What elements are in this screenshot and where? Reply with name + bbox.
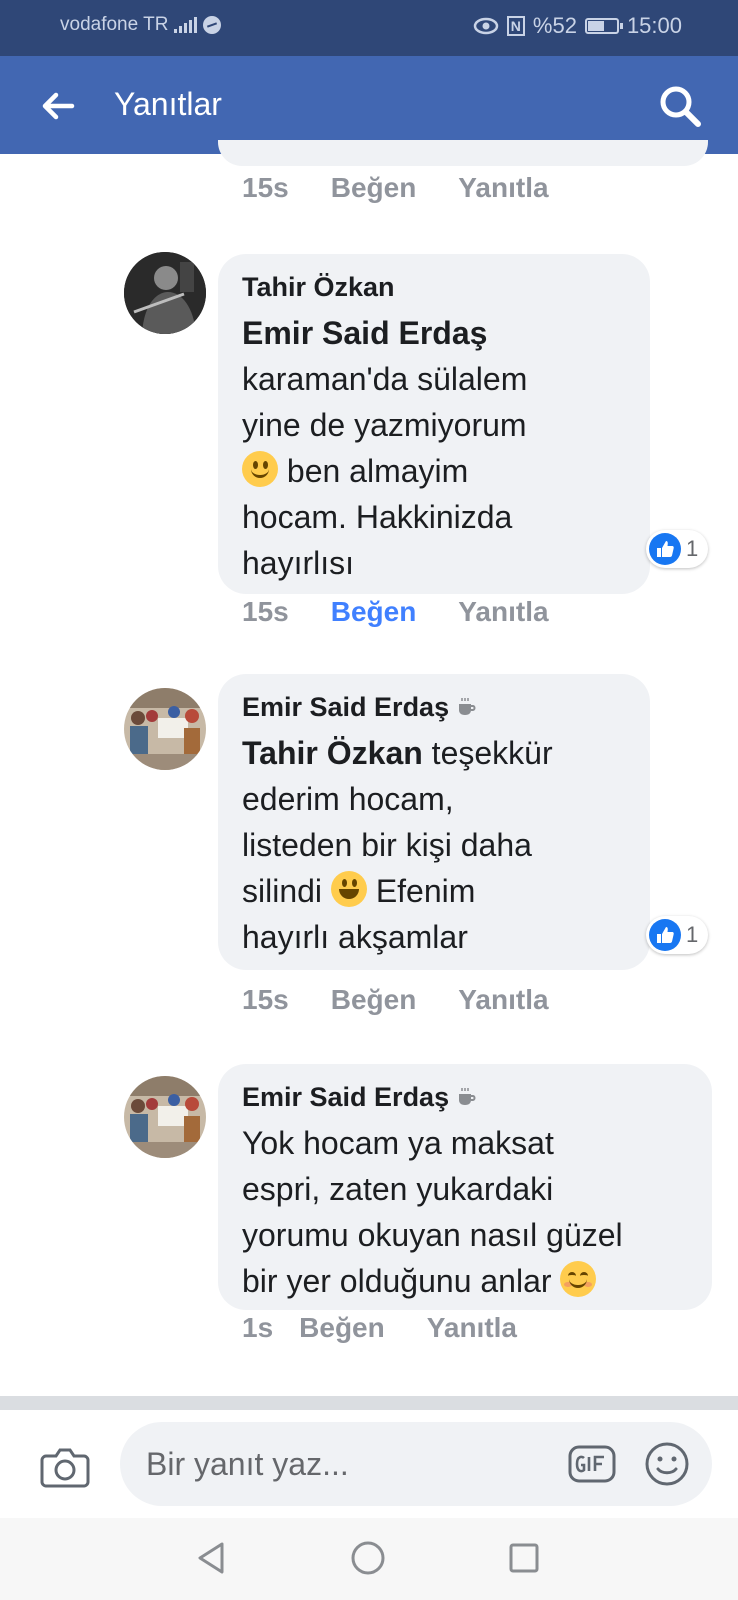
comment-line: bir yer olduğunu anlar bbox=[242, 1258, 686, 1304]
reply-input[interactable]: Bir yanıt yaz... bbox=[120, 1422, 712, 1506]
search-icon[interactable] bbox=[656, 82, 704, 130]
clock: 15:00 bbox=[626, 13, 682, 38]
camera-icon[interactable] bbox=[40, 1444, 90, 1490]
comment-text: Tahir Özkan teşekkür ederim hocam, liste… bbox=[242, 730, 624, 960]
comment-line: Yok hocam ya maksat bbox=[242, 1125, 554, 1161]
coffee-cup-icon bbox=[459, 1088, 476, 1105]
comment-bubble: Emir Said Erdaş Yok hocam ya maksat espr… bbox=[218, 1064, 712, 1310]
avatar-photo bbox=[124, 1076, 206, 1158]
mention-link[interactable]: Emir Said Erdaş bbox=[242, 315, 487, 351]
like-button[interactable]: Beğen bbox=[331, 596, 417, 628]
comment-line: yine de yazmiyorum bbox=[242, 407, 527, 443]
comment-actions: 15s Beğen Yanıtla bbox=[242, 596, 591, 628]
comment-line: yorumu okuyan nasıl güzel bbox=[242, 1217, 623, 1253]
nav-home-icon[interactable] bbox=[350, 1540, 386, 1576]
system-nav-bar bbox=[0, 1518, 738, 1600]
reply-button[interactable]: Yanıtla bbox=[427, 1312, 517, 1344]
battery-percent: %52 bbox=[532, 13, 577, 38]
status-bar: vodafone TR N %52 15:00 bbox=[0, 0, 738, 56]
avatar-photo bbox=[124, 688, 206, 770]
comment-text: Emir Said Erdaş karaman'da sülalem yine … bbox=[242, 310, 624, 586]
comment-line: listeden bir kişi daha bbox=[242, 827, 532, 863]
comment-line: ederim hocam, bbox=[242, 781, 454, 817]
nav-recent-apps-icon[interactable] bbox=[508, 1542, 540, 1574]
thumbs-up-icon bbox=[649, 533, 681, 565]
mention-link[interactable]: Tahir Özkan bbox=[242, 735, 423, 771]
avatar-photo bbox=[124, 252, 206, 334]
coffee-cup-icon bbox=[459, 698, 476, 715]
previous-comment-bubble bbox=[218, 140, 708, 166]
reaction-summary[interactable]: 1 bbox=[646, 916, 709, 954]
like-button[interactable]: Beğen bbox=[331, 172, 417, 204]
grinning-face-icon bbox=[330, 871, 367, 907]
slightly-smiling-face-icon bbox=[242, 451, 278, 487]
like-button[interactable]: Beğen bbox=[299, 1312, 385, 1344]
replies-list: 15s Beğen Yanıtla Tahir Özkan Emir Said … bbox=[0, 140, 738, 1396]
reply-button[interactable]: Yanıtla bbox=[458, 172, 548, 204]
avatar[interactable] bbox=[124, 1076, 206, 1158]
comment-time: 15s bbox=[242, 172, 289, 203]
battery-icon bbox=[584, 18, 623, 34]
carrier-label: vodafone TR bbox=[60, 14, 169, 35]
status-right: N %52 15:00 bbox=[473, 13, 682, 39]
reaction-summary[interactable]: 1 bbox=[646, 530, 709, 568]
reply-button[interactable]: Yanıtla bbox=[458, 984, 548, 1016]
page-title: Yanıtlar bbox=[114, 86, 222, 122]
thumbs-up-icon bbox=[649, 919, 681, 951]
comment-line: hayırlısı bbox=[242, 545, 355, 581]
reply-composer: Bir yanıt yaz... bbox=[0, 1410, 738, 1518]
comment-author[interactable]: Tahir Özkan bbox=[242, 270, 624, 304]
back-arrow-icon[interactable] bbox=[38, 86, 78, 126]
comment-time: 15s bbox=[242, 596, 289, 627]
smiling-face-with-smiling-eyes-icon bbox=[560, 1261, 597, 1297]
nav-back-icon[interactable] bbox=[194, 1540, 230, 1576]
messenger-icon bbox=[203, 16, 222, 34]
composer-divider bbox=[0, 1396, 738, 1410]
comment-line: hayırlı akşamlar bbox=[242, 919, 468, 955]
eye-comfort-icon bbox=[473, 17, 499, 35]
comment-line: hocam. Hakkinizda bbox=[242, 499, 513, 535]
comment-line: silindi Efenim bbox=[242, 871, 476, 909]
like-button[interactable]: Beğen bbox=[331, 984, 417, 1016]
emoji-picker-icon[interactable] bbox=[644, 1441, 690, 1487]
previous-comment-actions: 15s Beğen Yanıtla bbox=[242, 172, 591, 204]
reply-input-placeholder: Bir yanıt yaz... bbox=[146, 1446, 349, 1482]
gif-icon[interactable] bbox=[568, 1443, 616, 1485]
comment-line: espri, zaten yukardaki bbox=[242, 1171, 554, 1207]
avatar[interactable] bbox=[124, 252, 206, 334]
comment-bubble: Tahir Özkan Emir Said Erdaş karaman'da s… bbox=[218, 254, 650, 594]
status-left: vodafone TR bbox=[60, 14, 222, 36]
signal-icon bbox=[174, 17, 198, 33]
nfc-icon: N bbox=[506, 16, 525, 36]
comment-actions: 1s Beğen Yanıtla bbox=[242, 1312, 559, 1344]
reaction-count: 1 bbox=[686, 536, 699, 561]
comment-line: ben almayim bbox=[242, 448, 624, 494]
comment-author[interactable]: Emir Said Erdaş bbox=[242, 1080, 686, 1114]
comment-text: Yok hocam ya maksat espri, zaten yukarda… bbox=[242, 1120, 686, 1304]
reply-button[interactable]: Yanıtla bbox=[458, 596, 548, 628]
comment-line: karaman'da sülalem bbox=[242, 361, 528, 397]
avatar[interactable] bbox=[124, 688, 206, 770]
comment-time: 15s bbox=[242, 984, 289, 1015]
comment-time: 1s bbox=[242, 1312, 274, 1343]
comment-actions: 15s Beğen Yanıtla bbox=[242, 984, 591, 1016]
comment-author[interactable]: Emir Said Erdaş bbox=[242, 690, 624, 724]
comment-bubble: Emir Said Erdaş Tahir Özkan teşekkür ede… bbox=[218, 674, 650, 970]
reaction-count: 1 bbox=[686, 922, 699, 947]
